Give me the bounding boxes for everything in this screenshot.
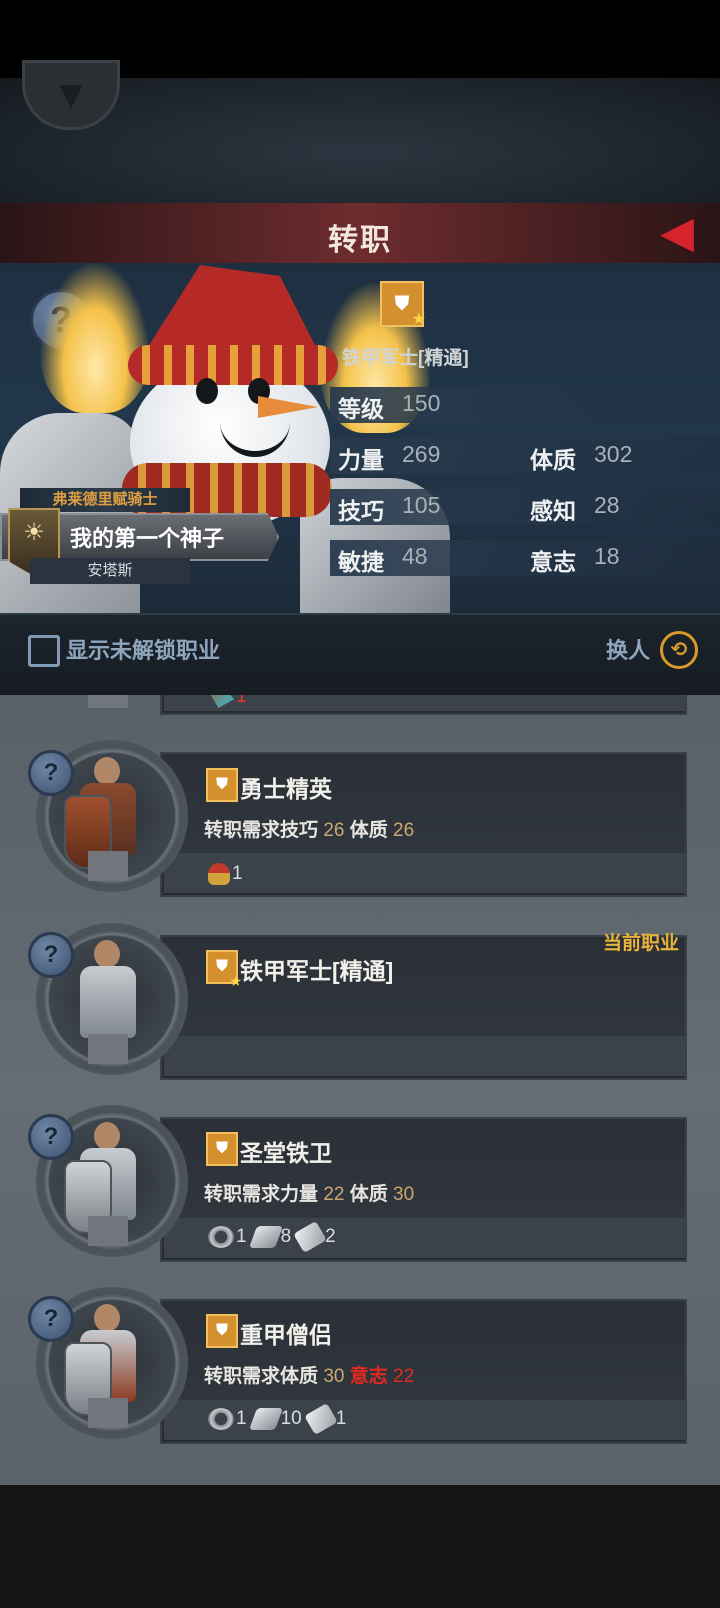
material-list: 1: [208, 863, 243, 885]
material-list: 1: [208, 695, 247, 708]
material-count: 8: [280, 1226, 292, 1247]
req-prefix: 转职需求: [204, 820, 281, 841]
req-value: 22: [323, 1184, 345, 1205]
job-name: 铁甲军士[精通]: [240, 958, 394, 984]
per-label: 感知: [530, 498, 576, 524]
hero-panel: ? ⛊★ 铁甲军士[精通] 等级 150 力量 269 体质 302 技巧 10…: [0, 263, 720, 613]
job-badge-icon: ⛊: [206, 1132, 238, 1166]
job-portrait: [58, 1290, 158, 1430]
stat-row-str-con: 力量 269 体质 302: [330, 438, 720, 474]
help-icon[interactable]: ?: [28, 1296, 74, 1342]
page-title: 转职: [328, 224, 392, 257]
stat-row-agi-will: 敏捷 48 意志 18: [330, 540, 720, 576]
req-prefix: 转职需求: [204, 1366, 281, 1387]
hero-eye: [196, 378, 218, 404]
stat-row-level: 等级 150: [330, 387, 720, 423]
material-count: 1: [335, 1408, 347, 1429]
req-value: 30: [393, 1184, 415, 1205]
material-count: 1: [236, 1408, 247, 1429]
job-list[interactable]: 1 ? ⛊ 勇士精英 转职需求技巧 26 体质 26 1 ? ⛊ ★ 铁甲军士[精…: [0, 695, 720, 1485]
show-locked-label[interactable]: 显示未解锁职业: [66, 633, 220, 665]
current-job-tag: 当前职业: [603, 933, 680, 954]
will-value: 18: [594, 543, 620, 569]
job-requirement: 转职需求力量 22 体质 30: [204, 1179, 414, 1206]
back-arrow-icon[interactable]: ◀: [644, 209, 710, 257]
job-name: 勇士精英: [240, 776, 332, 802]
req-value: 26: [323, 820, 345, 841]
help-icon[interactable]: ?: [28, 932, 74, 978]
will-label: 意志: [530, 549, 576, 575]
skill-label: 技巧: [338, 498, 384, 524]
req-stat: 体质: [280, 1366, 319, 1387]
level-label: 等级: [338, 396, 384, 422]
job-portrait: [58, 926, 158, 1066]
req-prefix: 转职需求: [204, 1184, 281, 1205]
flame-decoration: [40, 263, 150, 413]
help-icon[interactable]: ?: [28, 1114, 74, 1160]
ingot-material-icon: [248, 1226, 283, 1248]
job-portrait: [58, 743, 158, 883]
show-locked-checkbox[interactable]: [28, 635, 60, 667]
job-requirement: 转职需求技巧 26 体质 26: [204, 815, 414, 842]
req-value: 30: [323, 1366, 345, 1387]
job-portrait: [58, 695, 158, 710]
ingot-material-icon: [248, 1408, 283, 1430]
hero-hat-band: [128, 345, 338, 385]
req-stat: 体质: [349, 1184, 388, 1205]
agi-value: 48: [402, 543, 428, 569]
job-portrait: [58, 1108, 158, 1248]
bottom-background: [0, 1485, 720, 1608]
job-badge-icon: ⛊: [206, 1314, 238, 1348]
ring-material-icon: [208, 1408, 234, 1430]
level-value: 150: [402, 390, 441, 416]
req-value: 26: [393, 820, 415, 841]
medal-material-icon: [208, 863, 230, 885]
job-requirement: 转职需求体质 30 意志 22: [204, 1361, 414, 1388]
hero-subtitle: 安塔斯: [30, 558, 190, 584]
class-badge-icon: ⛊ ★: [380, 281, 426, 328]
filter-bar: 显示未解锁职业 换人 ⟲: [0, 613, 720, 700]
material-count: 1: [236, 1226, 247, 1247]
help-icon[interactable]: ?: [28, 750, 74, 796]
req-value-unmet: 22: [393, 1366, 415, 1387]
skill-value: 105: [402, 492, 441, 518]
req-stat: 力量: [280, 1184, 319, 1205]
hero-name: 我的第一个神子: [70, 526, 225, 551]
per-value: 28: [594, 492, 620, 518]
material-count: 1: [232, 863, 243, 884]
req-stat: 体质: [349, 820, 388, 841]
con-label: 体质: [530, 447, 576, 473]
str-label: 力量: [338, 447, 384, 473]
material-count: 1: [236, 695, 247, 707]
con-value: 302: [594, 441, 633, 467]
job-name: 重甲僧侣: [240, 1322, 332, 1348]
stat-row-skill-per: 技巧 105 感知 28: [330, 489, 720, 525]
material-count: 2: [325, 1226, 336, 1247]
material-list: 1 10 1: [208, 1402, 347, 1436]
job-name: 圣堂铁卫: [240, 1140, 332, 1166]
req-stat-unmet: 意志: [349, 1366, 388, 1387]
ring-material-icon: [208, 1226, 234, 1248]
str-value: 269: [402, 441, 441, 467]
agi-label: 敏捷: [338, 549, 384, 575]
swap-hero-label[interactable]: 换人: [606, 633, 650, 665]
swap-icon[interactable]: ⟲: [660, 631, 698, 669]
material-count: 10: [280, 1408, 302, 1429]
material-list: 1 8 2: [208, 1220, 336, 1254]
job-badge-icon: ⛊: [206, 768, 238, 802]
pickaxe-material-icon: [208, 695, 234, 708]
hero-nameplate[interactable]: 弗莱德里赋骑士 ☀ 我的第一个神子 安塔斯: [0, 488, 280, 613]
title-bar: 转职 ◀: [0, 203, 720, 265]
current-class-name: 铁甲军士[精通]: [342, 348, 469, 369]
req-stat: 技巧: [280, 820, 319, 841]
job-badge-icon: ⛊ ★: [206, 950, 242, 988]
